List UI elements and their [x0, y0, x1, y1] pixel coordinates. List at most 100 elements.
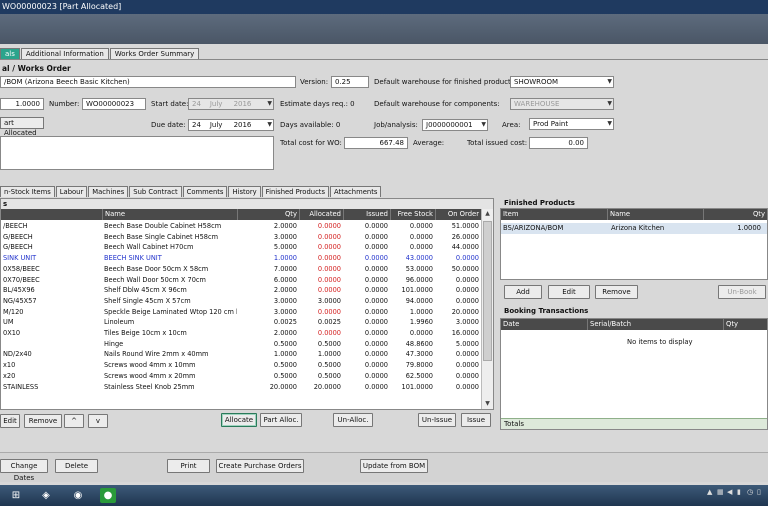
tray-flag-icon[interactable]: ▲	[707, 489, 714, 496]
chevron-down-icon: ▼	[267, 121, 272, 128]
un-alloc-button[interactable]: Un-Alloc.	[333, 413, 373, 427]
tab-machines[interactable]: Machines	[88, 186, 129, 197]
cell-qty: 5.0000	[273, 243, 297, 252]
part-alloc-button[interactable]: Part Alloc.	[260, 413, 302, 427]
col-issued[interactable]: Issued	[343, 209, 390, 220]
number-field[interactable]: WO00000023	[82, 98, 146, 110]
start-month: July	[209, 100, 223, 108]
delete-button[interactable]: Delete	[55, 459, 98, 473]
col-bt-qty[interactable]: Qty	[723, 319, 767, 330]
cell-allocated: 20.0000	[313, 382, 341, 391]
change-dates-button[interactable]: Change Dates	[0, 459, 48, 482]
cell-free-stock: 43.0000	[405, 254, 433, 263]
col-qty[interactable]: Qty	[237, 209, 299, 220]
scroll-down-icon[interactable]: ▼	[482, 399, 493, 409]
scroll-up-icon[interactable]: ▲	[482, 209, 493, 219]
table-row[interactable]: NG/45X57 Shelf Single 45cm X 57cm 3.0000 3.…	[1, 296, 481, 307]
table-row[interactable]: BL/45X96 Shelf Dblw 45cm X 96cm 2.0000 0.00…	[1, 285, 481, 296]
cell-qty: 1.0000	[273, 350, 297, 359]
col-name[interactable]: Name	[102, 209, 237, 220]
cell-name: Beech Base Door 50cm X 58cm	[104, 264, 209, 273]
tray-network-icon[interactable]: ▦	[717, 489, 724, 496]
issue-button[interactable]: Issue	[461, 413, 491, 427]
components-grid: s Name Qty Allocated Issued Free Stock O…	[0, 198, 494, 410]
table-row[interactable]: 0X58/BEEC Beech Base Door 50cm X 58cm 7.00…	[1, 264, 481, 275]
windows-start-icon[interactable]: ⊞	[8, 488, 24, 503]
cell-on-order: 0.0000	[455, 296, 479, 305]
sub-tabs: n-Stock Items Labour Machines Sub Contra…	[0, 186, 382, 197]
tab-attachments[interactable]: Attachments	[330, 186, 382, 197]
area-select[interactable]: Prod Paint ▼	[529, 118, 614, 130]
table-row[interactable]: UM Linoleum 0.0025 0.0025 0.0000 1.9960 3.0000	[1, 317, 481, 328]
col-allocated[interactable]: Allocated	[299, 209, 343, 220]
table-row[interactable]: /BEECH Beech Base Double Cabinet H58cm 2.0…	[1, 221, 481, 232]
table-row[interactable]: 0X70/BEEC Beech Wall Door 50cm X 70cm 6.00…	[1, 275, 481, 286]
version-field[interactable]: 0.25	[331, 76, 369, 88]
tab-sub-contract[interactable]: Sub Contract	[129, 186, 182, 197]
table-row[interactable]: STAINLESS Stainless Steel Knob 25mm 20.000…	[1, 382, 481, 393]
wh-finished-select[interactable]: SHOWROOM ▼	[510, 76, 614, 88]
table-row[interactable]: ND/2x40 Nails Round Wire 2mm x 40mm 1.0000…	[1, 349, 481, 360]
edit-button[interactable]: Edit	[0, 414, 20, 428]
remove-button[interactable]: Remove	[24, 414, 62, 428]
scroll-thumb[interactable]	[483, 221, 492, 361]
cell-qty: 6.0000	[273, 275, 297, 284]
finished-product-row[interactable]: BS/ARIZONA/BOM Arizona Kitchen 1.0000	[501, 223, 767, 234]
col-date[interactable]: Date	[501, 319, 587, 330]
un-issue-button[interactable]: Un-Issue	[418, 413, 456, 427]
job-analysis-select[interactable]: J0000000001 ▼	[422, 119, 488, 131]
update-from-bom-button[interactable]: Update from BOM	[360, 459, 428, 473]
col-code[interactable]	[1, 209, 102, 220]
table-row[interactable]: M/120 Speckle Beige Laminated Wtop 120 cm…	[1, 307, 481, 318]
cell-code: /BEECH	[3, 222, 28, 230]
quantity-field[interactable]: 1.0000	[0, 98, 44, 110]
total-cost-field: 667.48	[344, 137, 408, 149]
wh-components-select[interactable]: WAREHOUSE ▼	[510, 98, 614, 110]
start-date-picker[interactable]: 24 July 2016 ▼	[188, 98, 274, 110]
table-row[interactable]: 0X10 Tiles Beige 10cm x 10cm 2.0000 0.0000 0…	[1, 328, 481, 339]
col-free-stock[interactable]: Free Stock	[390, 209, 435, 220]
show-desktop-icon[interactable]: ▯	[757, 489, 764, 496]
col-item[interactable]: Item	[501, 209, 607, 220]
cell-free-stock: 94.0000	[405, 296, 433, 305]
col-fp-name[interactable]: Name	[607, 209, 703, 220]
table-row[interactable]: SINK UNIT BEECH SINK UNIT 1.0000 0.0000 0.00…	[1, 253, 481, 264]
table-row[interactable]: G/BEECH Beech Wall Cabinet H70cm 5.0000 0.0…	[1, 242, 481, 253]
status-button[interactable]: art Allocated	[0, 117, 44, 137]
tray-power-icon[interactable]: ▮	[737, 489, 744, 496]
col-on-order[interactable]: On Order	[435, 209, 481, 220]
table-row[interactable]: G/BEECH Beech Base Single Cabinet H58cm 3.…	[1, 232, 481, 243]
due-date-picker[interactable]: 24 July 2016 ▼	[188, 119, 274, 131]
chrome-icon[interactable]: ◉	[70, 488, 86, 503]
cell-name: Screws wood 4mm x 20mm	[104, 371, 196, 380]
cell-code: 0X58/BEEC	[3, 264, 40, 273]
cell-issued: 0.0000	[364, 350, 388, 359]
sage-app-icon[interactable]: ●	[100, 488, 116, 503]
fp-remove-button[interactable]: Remove	[595, 285, 638, 299]
table-row[interactable]: x10 Screws wood 4mm x 10mm 0.5000 0.5000 0.0…	[1, 360, 481, 371]
create-purchase-orders-button[interactable]: Create Purchase Orders	[216, 459, 304, 473]
col-serial-batch[interactable]: Serial/Batch	[587, 319, 723, 330]
start-day: 24	[192, 100, 201, 108]
tab-non-stock-items[interactable]: n-Stock Items	[0, 186, 55, 197]
col-fp-qty[interactable]: Qty	[703, 209, 767, 220]
tab-comments[interactable]: Comments	[182, 186, 228, 197]
bom-field[interactable]: /BOM (Arizona Beech Basic Kitchen)	[0, 76, 296, 88]
move-down-button[interactable]: v	[88, 414, 108, 428]
allocate-button[interactable]: Allocate	[221, 413, 257, 427]
table-row[interactable]: x20 Screws wood 4mm x 20mm 0.5000 0.5000 0.0…	[1, 371, 481, 382]
move-up-button[interactable]: ^	[64, 414, 84, 428]
app-icon[interactable]: ◈	[38, 488, 54, 503]
fp-edit-button[interactable]: Edit	[548, 285, 590, 299]
tab-finished-products[interactable]: Finished Products	[261, 186, 330, 197]
description-textarea[interactable]	[0, 136, 274, 170]
tab-labour[interactable]: Labour	[55, 186, 88, 197]
tray-volume-icon[interactable]: ◀	[727, 489, 734, 496]
table-row[interactable]: Hinge 0.5000 0.5000 0.0000 48.8600 5.0000	[1, 339, 481, 350]
fp-unbook-button[interactable]: Un-Book	[718, 285, 766, 299]
tray-clock-icon[interactable]: ◷	[747, 489, 754, 496]
fp-add-button[interactable]: Add	[504, 285, 542, 299]
tab-history[interactable]: History	[228, 186, 261, 197]
print-button[interactable]: Print	[167, 459, 210, 473]
grid-scrollbar[interactable]: ▲ ▼	[481, 209, 493, 409]
